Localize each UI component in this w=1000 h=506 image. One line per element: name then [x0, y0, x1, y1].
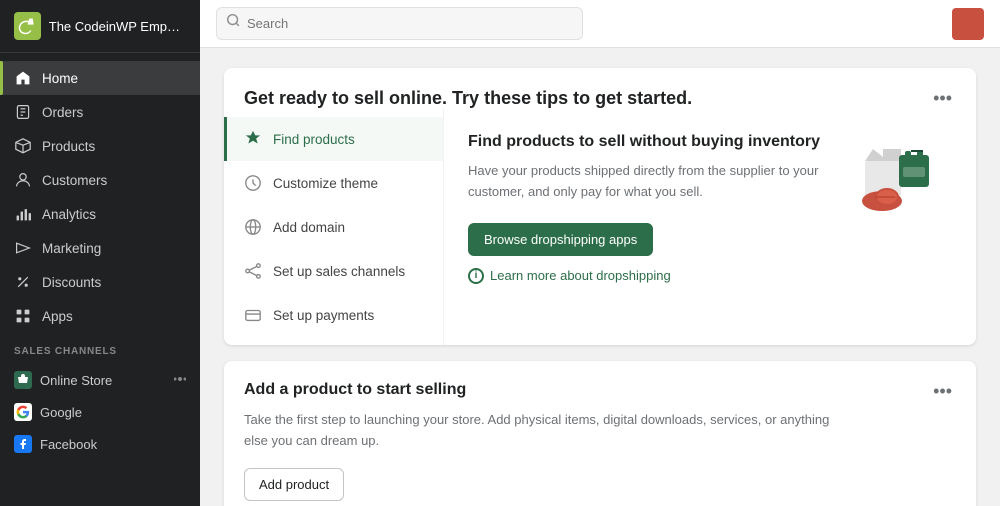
nav-home-label: Home: [42, 71, 78, 86]
payments-icon: [243, 305, 263, 325]
getting-started-card: Get ready to sell online. Try these tips…: [224, 68, 976, 345]
step-find-products[interactable]: Find products: [224, 117, 443, 161]
add-product-description: Take the first step to launching your st…: [244, 410, 844, 452]
sidebar-item-analytics[interactable]: Analytics: [0, 197, 200, 231]
search-input[interactable]: [247, 16, 572, 31]
getting-started-header: Get ready to sell online. Try these tips…: [224, 68, 976, 109]
sidebar-header: The CodeinWP Empori...: [0, 0, 200, 53]
find-products-icon: [243, 129, 263, 149]
sales-channels-actions: [172, 343, 186, 360]
products-icon: [14, 137, 32, 155]
step-add-domain-label: Add domain: [273, 220, 345, 235]
analytics-icon: [14, 205, 32, 223]
facebook-label: Facebook: [40, 437, 97, 452]
nav-orders-label: Orders: [42, 105, 83, 120]
step-customize-theme[interactable]: Customize theme: [224, 161, 443, 205]
online-store-label: Online Store: [40, 373, 112, 388]
step-payments[interactable]: Set up payments: [224, 293, 443, 337]
add-product-button[interactable]: Add product: [244, 468, 344, 501]
step-detail-content: Find products to sell without buying inv…: [468, 133, 832, 325]
add-product-content: Add a product to start selling ••• Take …: [224, 361, 976, 506]
discounts-icon: [14, 273, 32, 291]
sales-channels-section: SALES CHANNELS: [0, 333, 200, 364]
marketing-icon: [14, 239, 32, 257]
sidebar-item-apps[interactable]: Apps: [0, 299, 200, 333]
home-icon: [14, 69, 32, 87]
step-sales-channels[interactable]: Set up sales channels: [224, 249, 443, 293]
add-product-title: Add a product to start selling: [244, 381, 466, 399]
google-label: Google: [40, 405, 82, 420]
customers-icon: [14, 171, 32, 189]
online-store-actions: [174, 373, 186, 388]
step-sales-channels-label: Set up sales channels: [273, 264, 405, 279]
add-product-more-button[interactable]: •••: [929, 381, 956, 402]
step-payments-label: Set up payments: [273, 308, 374, 323]
getting-started-body: Find products Customize theme: [224, 109, 976, 345]
main-content: Get ready to sell online. Try these tips…: [200, 0, 1000, 506]
sidebar-item-discounts[interactable]: Discounts: [0, 265, 200, 299]
customize-theme-icon: [243, 173, 263, 193]
search-icon: [227, 14, 241, 33]
step-find-products-label: Find products: [273, 132, 355, 147]
nav-customers-label: Customers: [42, 173, 107, 188]
search-bar[interactable]: [216, 7, 583, 40]
sidebar-item-online-store[interactable]: Online Store: [0, 364, 200, 396]
add-sales-channel-button[interactable]: [172, 343, 186, 360]
sales-channels-icon: [243, 261, 263, 281]
page-content: Get ready to sell online. Try these tips…: [200, 48, 1000, 506]
step-customize-theme-label: Customize theme: [273, 176, 378, 191]
avatar: [952, 8, 984, 40]
online-store-settings-button[interactable]: [174, 373, 186, 388]
sidebar: The CodeinWP Empori... Home Orders Produ…: [0, 0, 200, 506]
step-illustration: [852, 133, 952, 325]
nav-marketing-label: Marketing: [42, 241, 101, 256]
sidebar-nav: Home Orders Products Customers: [0, 53, 200, 506]
nav-apps-label: Apps: [42, 309, 73, 324]
info-icon: i: [468, 268, 484, 284]
sidebar-item-orders[interactable]: Orders: [0, 95, 200, 129]
add-product-card: Add a product to start selling ••• Take …: [224, 361, 976, 506]
getting-started-title: Get ready to sell online. Try these tips…: [244, 88, 692, 109]
sidebar-item-marketing[interactable]: Marketing: [0, 231, 200, 265]
add-product-header: Add a product to start selling •••: [244, 381, 956, 402]
sidebar-item-home[interactable]: Home: [0, 61, 200, 95]
topbar: [200, 0, 1000, 48]
shopify-logo: [14, 12, 41, 40]
nav-analytics-label: Analytics: [42, 207, 96, 222]
facebook-icon: [14, 435, 32, 453]
step-detail-panel: Find products to sell without buying inv…: [444, 109, 976, 345]
google-icon: [14, 403, 32, 421]
sidebar-item-products[interactable]: Products: [0, 129, 200, 163]
orders-icon: [14, 103, 32, 121]
store-name: The CodeinWP Empori...: [49, 19, 186, 34]
browse-dropshipping-button[interactable]: Browse dropshipping apps: [468, 223, 653, 256]
getting-started-more-button[interactable]: •••: [929, 88, 956, 109]
sidebar-item-customers[interactable]: Customers: [0, 163, 200, 197]
nav-products-label: Products: [42, 139, 95, 154]
sidebar-item-facebook[interactable]: Facebook: [0, 428, 200, 460]
add-domain-icon: [243, 217, 263, 237]
apps-icon: [14, 307, 32, 325]
sidebar-item-google[interactable]: Google: [0, 396, 200, 428]
learn-more-link[interactable]: i Learn more about dropshipping: [468, 268, 832, 284]
nav-discounts-label: Discounts: [42, 275, 101, 290]
step-detail-title: Find products to sell without buying inv…: [468, 133, 832, 151]
steps-list: Find products Customize theme: [224, 109, 444, 345]
step-add-domain[interactable]: Add domain: [224, 205, 443, 249]
online-store-icon: [14, 371, 32, 389]
step-detail-description: Have your products shipped directly from…: [468, 161, 832, 203]
